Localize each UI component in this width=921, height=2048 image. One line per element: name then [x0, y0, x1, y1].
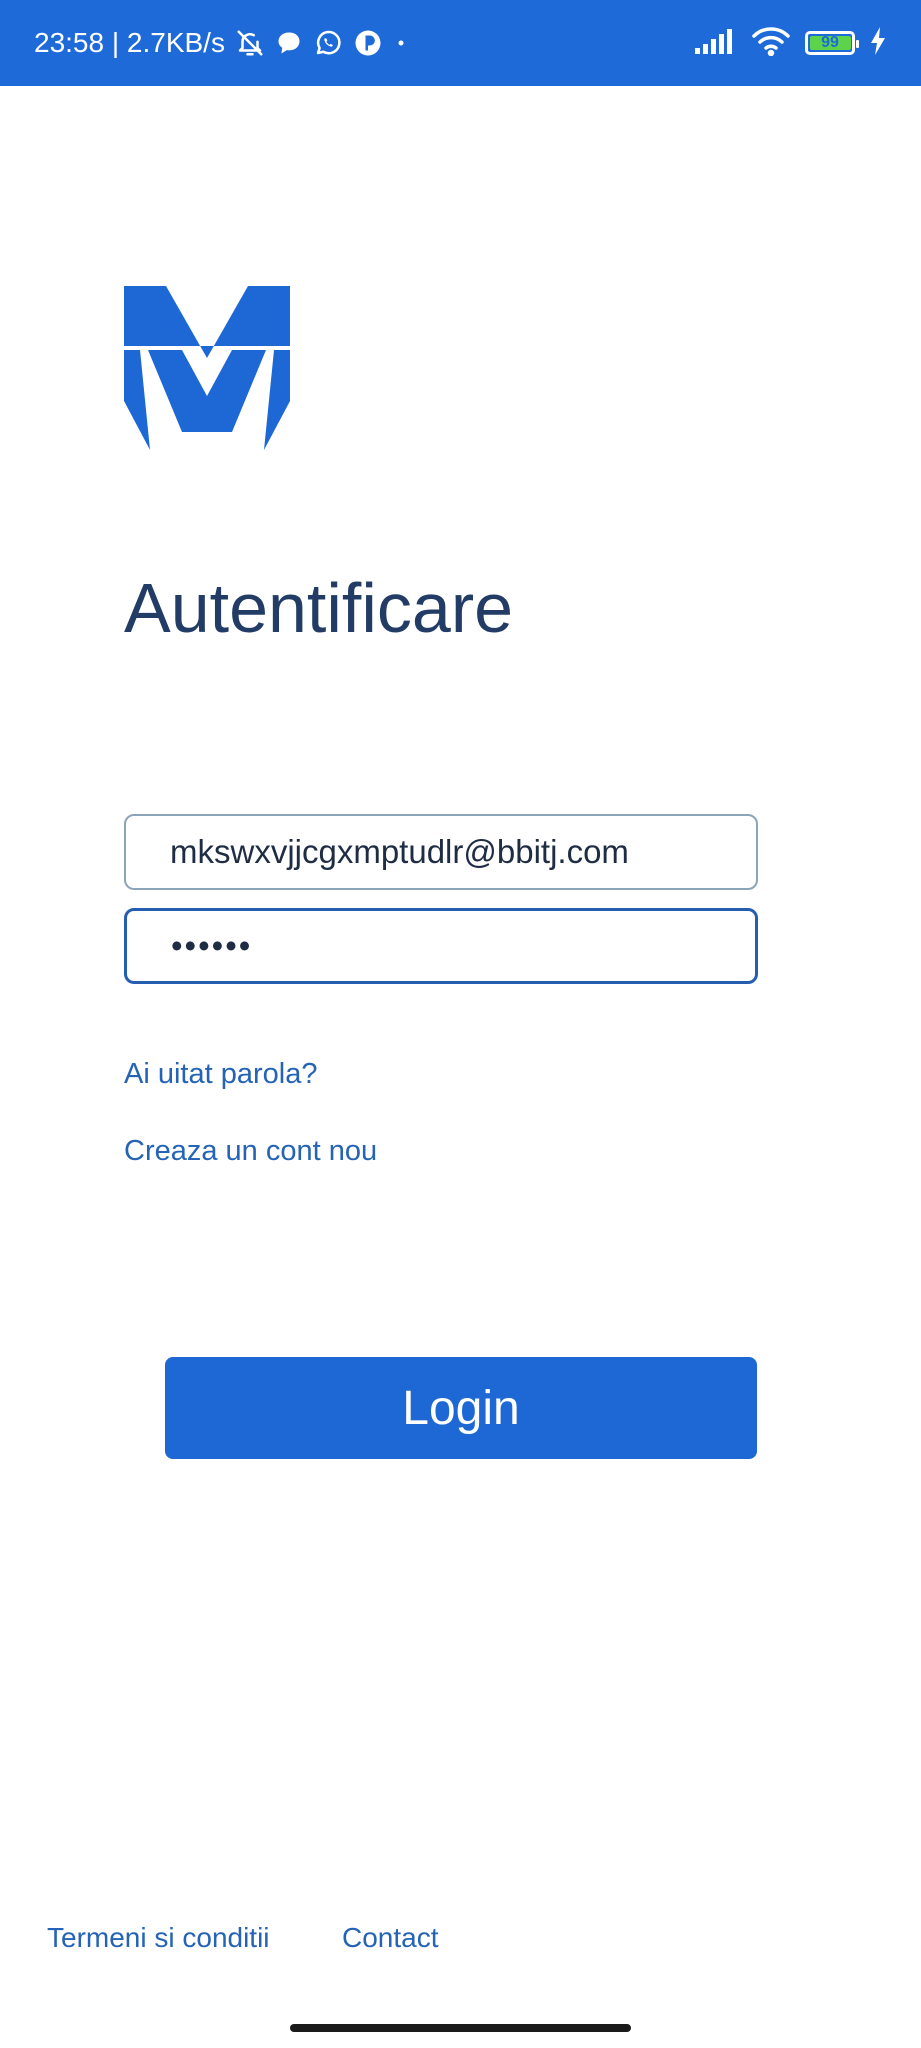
status-bar: 23:58 | 2.7KB/s 99 — [0, 0, 921, 86]
page-title: Autentificare — [124, 569, 514, 647]
email-field[interactable] — [124, 814, 758, 890]
login-button[interactable]: Login — [165, 1357, 757, 1459]
status-right: 99 — [695, 0, 887, 86]
app-icon — [353, 28, 383, 58]
m-logo-icon — [124, 286, 290, 450]
forgot-password-link[interactable]: Ai uitat parola? — [124, 1058, 317, 1091]
charging-icon — [869, 26, 887, 60]
create-account-link[interactable]: Creaza un cont nou — [124, 1135, 377, 1168]
terms-link[interactable]: Termeni si conditii — [47, 1922, 270, 1954]
status-left: 23:58 | 2.7KB/s — [34, 0, 409, 86]
battery-level: 99 — [821, 34, 839, 51]
password-field[interactable] — [124, 908, 758, 984]
signal-icon — [695, 28, 737, 59]
whatsapp-icon — [313, 28, 343, 58]
battery-icon: 99 — [805, 31, 859, 55]
wifi-icon — [751, 26, 791, 61]
status-time-speed: 23:58 | 2.7KB/s — [34, 27, 225, 58]
contact-link[interactable]: Contact — [342, 1922, 439, 1954]
chat-icon — [275, 29, 303, 57]
login-screen: 23:58 | 2.7KB/s 99 Autentificare mkswxvj… — [0, 0, 921, 2048]
home-indicator[interactable] — [290, 2024, 631, 2032]
dot-icon — [393, 35, 409, 51]
bell-off-icon — [235, 28, 265, 58]
